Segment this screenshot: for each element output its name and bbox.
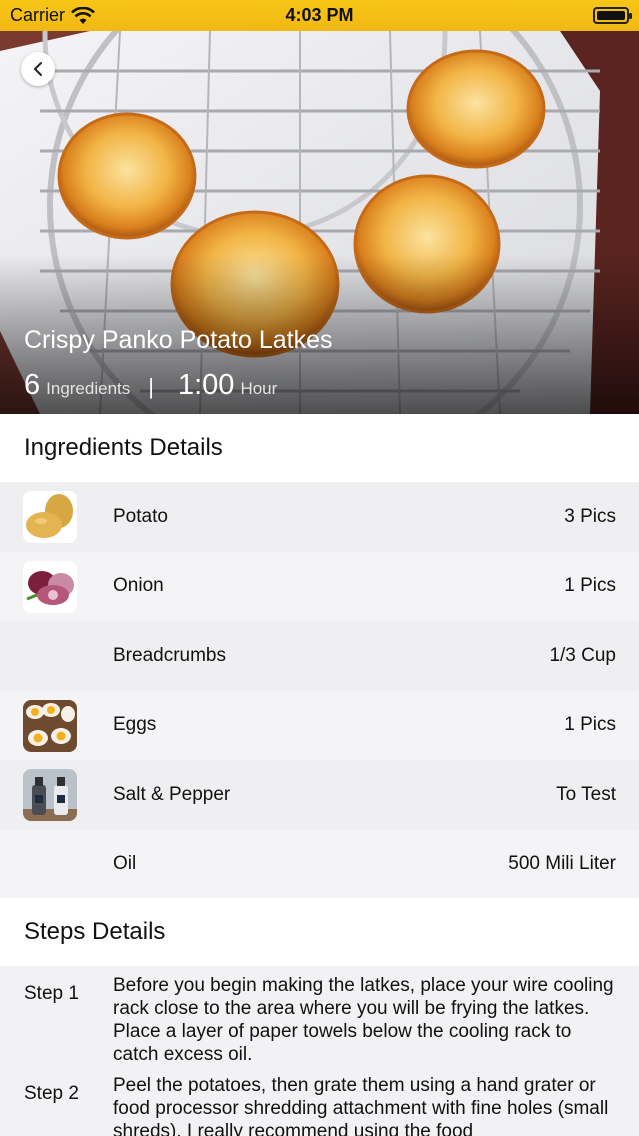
wifi-icon bbox=[71, 6, 95, 24]
step-text: Peel the potatoes, then grate them using… bbox=[113, 1075, 609, 1136]
ingredient-qty: 1 Pics bbox=[564, 575, 616, 597]
ingredients-section-title: Ingredients Details bbox=[0, 414, 639, 482]
ingredient-qty: 1/3 Cup bbox=[549, 644, 616, 666]
steps-list: Step 1 Before you begin making the latke… bbox=[0, 966, 639, 1136]
salt-pepper-icon bbox=[23, 769, 77, 821]
duration: 1:00 bbox=[177, 369, 235, 401]
ingredient-qty: 1 Pics bbox=[564, 714, 616, 736]
list-item[interactable]: Salt & Pepper To Test bbox=[0, 760, 639, 830]
ingredient-name: Onion bbox=[113, 575, 164, 597]
battery-icon bbox=[593, 7, 632, 24]
recipe-hero: Crispy Panko Potato Latkes 6 Ingredients… bbox=[0, 31, 639, 414]
list-item[interactable]: Breadcrumbs 1/3 Cup bbox=[0, 621, 639, 691]
back-button[interactable] bbox=[21, 52, 55, 86]
ingredient-name: Potato bbox=[113, 505, 168, 527]
ingredient-name: Salt & Pepper bbox=[113, 783, 231, 805]
ingredient-name: Eggs bbox=[113, 714, 157, 736]
step-label: Step 2 bbox=[24, 1083, 79, 1104]
ingredient-qty: 3 Pics bbox=[564, 505, 616, 527]
status-bar: Carrier 4:03 PM bbox=[0, 0, 639, 31]
onion-icon bbox=[23, 560, 77, 613]
list-item[interactable]: Oil 500 Mili Liter bbox=[0, 829, 639, 899]
ingredient-qty: 500 Mili Liter bbox=[508, 853, 616, 875]
step-item: Step 1 Before you begin making the latke… bbox=[0, 974, 639, 1066]
steps-section-title: Steps Details bbox=[0, 898, 639, 966]
status-left: Carrier bbox=[10, 5, 95, 26]
ingredient-qty: To Test bbox=[556, 783, 616, 805]
list-item[interactable]: Potato 3 Pics bbox=[0, 482, 639, 552]
recipe-meta: 6 Ingredients | 1:00 Hour bbox=[24, 369, 277, 402]
carrier-label: Carrier bbox=[10, 5, 66, 25]
eggs-icon bbox=[23, 699, 77, 752]
recipe-title: Crispy Panko Potato Latkes bbox=[24, 326, 333, 354]
step-label: Step 1 bbox=[24, 983, 79, 1004]
status-time: 4:03 PM bbox=[285, 5, 354, 25]
duration-label: Hour bbox=[240, 379, 278, 398]
ingredients-count-label: Ingredients bbox=[46, 379, 131, 398]
list-item[interactable]: Eggs 1 Pics bbox=[0, 690, 639, 760]
potato-icon bbox=[23, 491, 77, 543]
ingredient-name: Oil bbox=[113, 853, 137, 875]
ingredients-count: 6 bbox=[24, 369, 41, 401]
step-item: Step 2 Peel the potatoes, then grate the… bbox=[0, 1074, 639, 1136]
step-text: Before you begin making the latkes, plac… bbox=[113, 975, 614, 1065]
ingredient-name: Breadcrumbs bbox=[113, 644, 226, 666]
list-item[interactable]: Onion 1 Pics bbox=[0, 551, 639, 621]
ingredients-list: Potato 3 Pics Onion 1 Pics Breadcrumbs 1… bbox=[0, 482, 639, 899]
meta-separator: | bbox=[148, 374, 154, 399]
chevron-left-icon bbox=[33, 62, 42, 76]
